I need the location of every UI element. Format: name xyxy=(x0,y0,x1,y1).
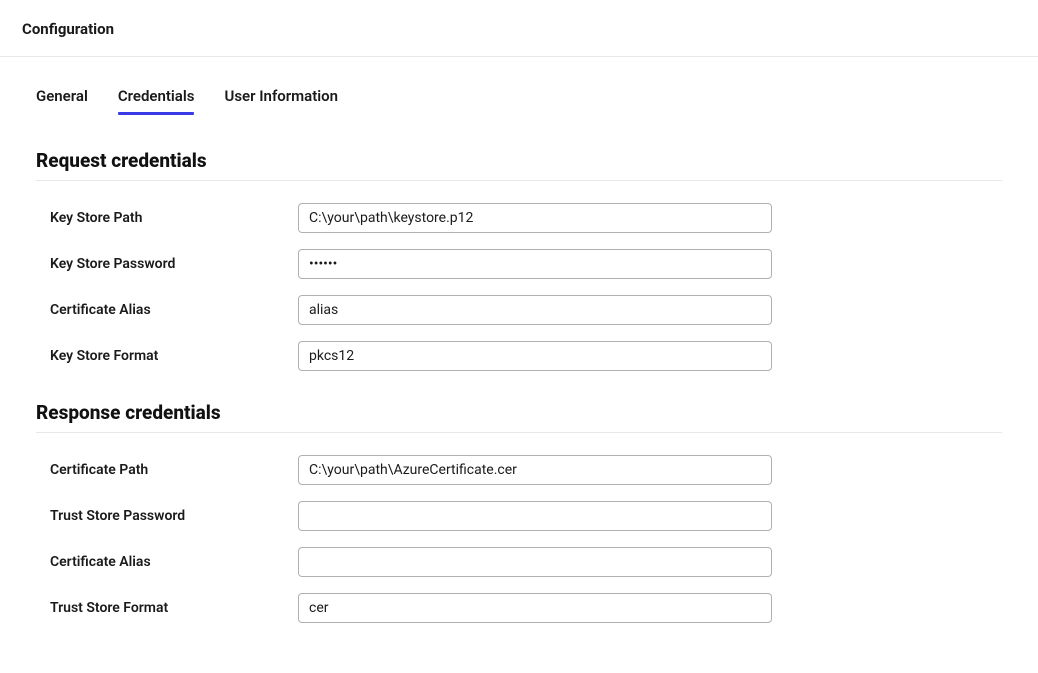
input-certificate-alias-request[interactable] xyxy=(298,295,772,325)
tab-credentials[interactable]: Credentials xyxy=(118,87,195,113)
tab-user-information[interactable]: User Information xyxy=(224,87,338,113)
label-certificate-alias-response: Certificate Alias xyxy=(50,554,298,570)
form-row: Certificate Path xyxy=(36,455,1002,485)
configuration-page: Configuration General Credentials User I… xyxy=(0,0,1038,668)
tab-general[interactable]: General xyxy=(36,87,88,113)
section-response-credentials: Response credentials Certificate Path Tr… xyxy=(36,401,1002,623)
section-request-credentials: Request credentials Key Store Path Key S… xyxy=(36,149,1002,371)
form-row: Key Store Password xyxy=(36,249,1002,279)
input-key-store-path[interactable] xyxy=(298,203,772,233)
label-certificate-alias-request: Certificate Alias xyxy=(50,302,298,318)
label-key-store-format: Key Store Format xyxy=(50,348,298,364)
input-key-store-format[interactable] xyxy=(298,341,772,371)
label-trust-store-format: Trust Store Format xyxy=(50,600,298,616)
form-row: Trust Store Format xyxy=(36,593,1002,623)
input-trust-store-format[interactable] xyxy=(298,593,772,623)
form-row: Certificate Alias xyxy=(36,295,1002,325)
form-row: Certificate Alias xyxy=(36,547,1002,577)
label-trust-store-password: Trust Store Password xyxy=(50,508,298,524)
tabs: General Credentials User Information xyxy=(36,87,1002,113)
label-key-store-path: Key Store Path xyxy=(50,210,298,226)
page-content: General Credentials User Information Req… xyxy=(0,57,1038,673)
input-certificate-alias-response[interactable] xyxy=(298,547,772,577)
page-title: Configuration xyxy=(22,20,1016,38)
label-key-store-password: Key Store Password xyxy=(50,256,298,272)
form-row: Key Store Path xyxy=(36,203,1002,233)
label-certificate-path: Certificate Path xyxy=(50,462,298,478)
section-title-request: Request credentials xyxy=(36,149,1002,181)
section-title-response: Response credentials xyxy=(36,401,1002,433)
form-row: Key Store Format xyxy=(36,341,1002,371)
input-trust-store-password[interactable] xyxy=(298,501,772,531)
input-certificate-path[interactable] xyxy=(298,455,772,485)
input-key-store-password[interactable] xyxy=(298,249,772,279)
page-header: Configuration xyxy=(0,0,1038,57)
form-row: Trust Store Password xyxy=(36,501,1002,531)
